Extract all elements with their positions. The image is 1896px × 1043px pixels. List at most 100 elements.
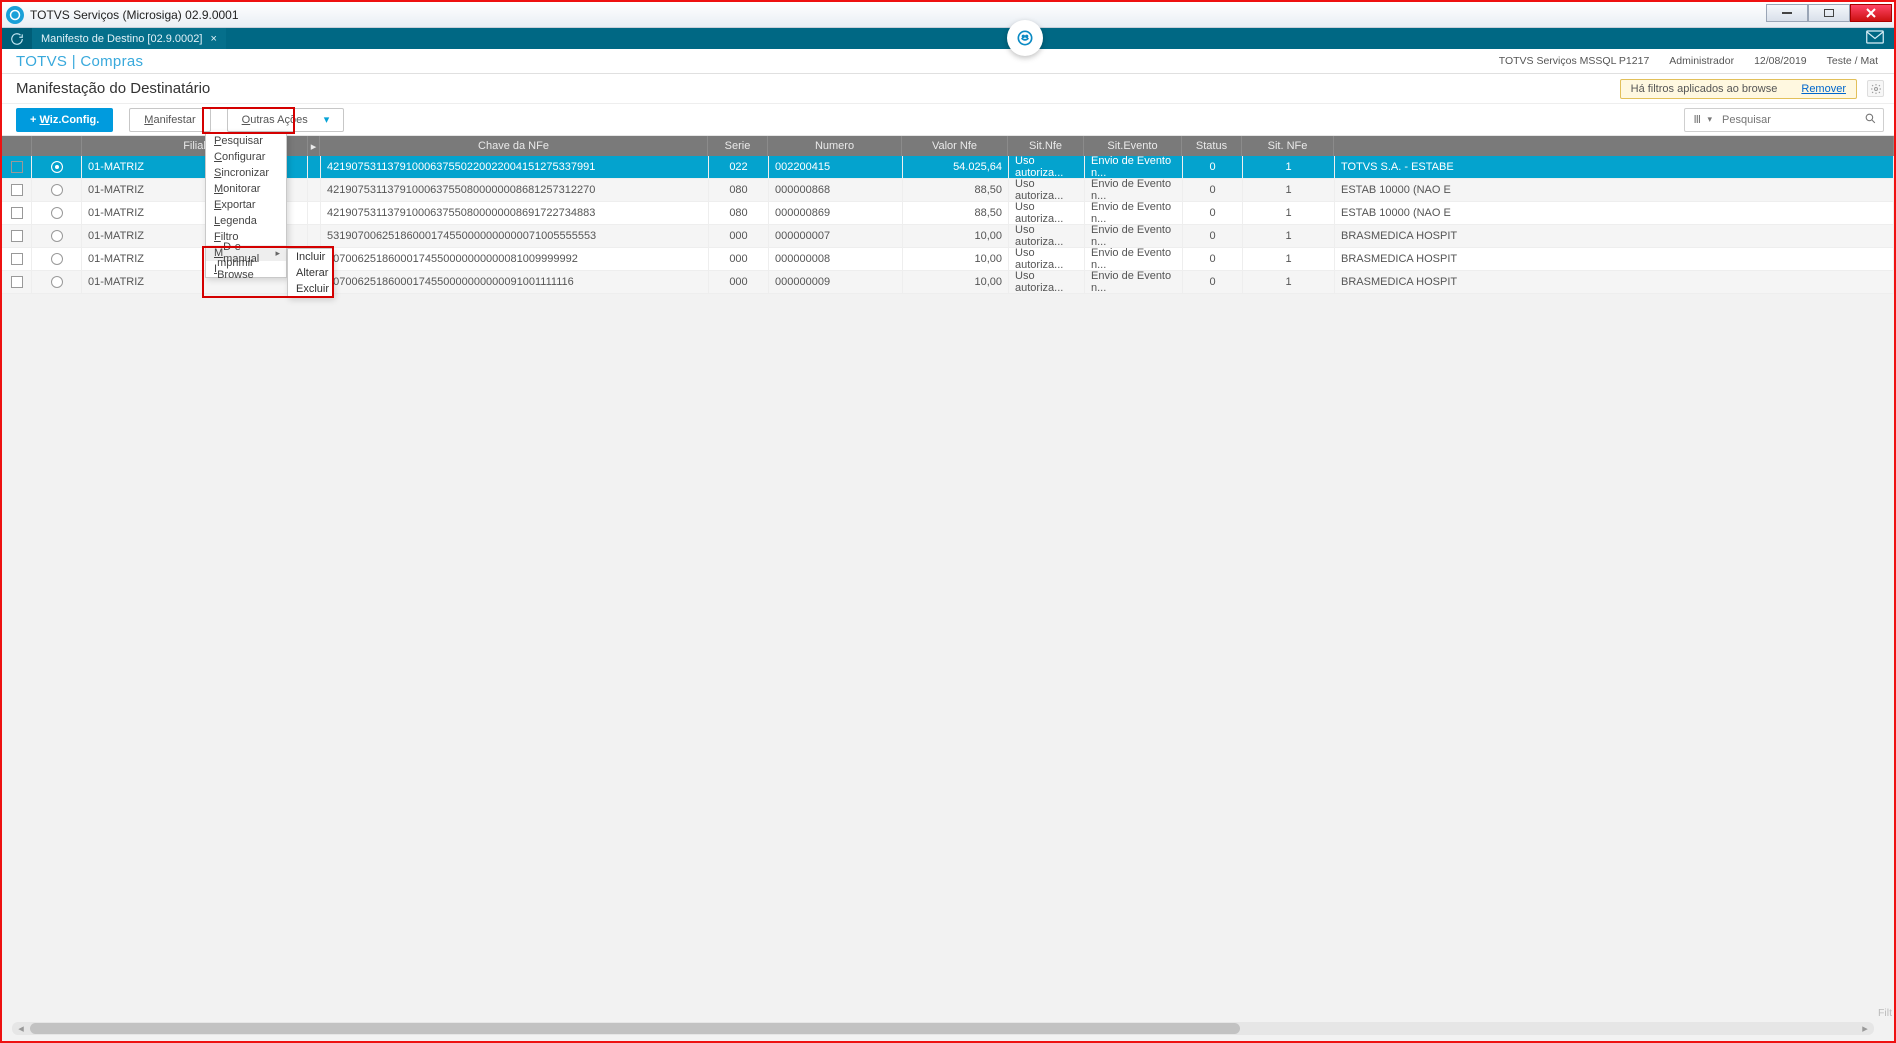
meta-user: Administrador	[1669, 55, 1734, 67]
menu-item[interactable]: Legenda	[206, 213, 286, 229]
row-radio[interactable]	[32, 179, 82, 202]
col-numero[interactable]: Numero	[768, 136, 902, 156]
col-valor[interactable]: Valor Nfe	[902, 136, 1008, 156]
cell-expand[interactable]	[308, 156, 321, 179]
col-desc[interactable]	[1334, 136, 1894, 156]
cell-serie: 000	[709, 225, 769, 248]
cell-expand[interactable]	[308, 202, 321, 225]
open-tab[interactable]: Manifesto de Destino [02.9.0002] ×	[32, 28, 226, 49]
window-title: TOTVS Serviços (Microsiga) 02.9.0001	[30, 8, 239, 22]
submenu-item[interactable]: Incluir	[288, 249, 332, 265]
cell-valor: 88,50	[903, 179, 1009, 202]
cell-status: 0	[1183, 225, 1243, 248]
menu-item[interactable]: Exportar	[206, 197, 286, 213]
meta-date: 12/08/2019	[1754, 55, 1807, 67]
outras-acoes-button[interactable]: Outras Ações ▾	[227, 108, 345, 132]
row-radio[interactable]	[32, 248, 82, 271]
cell-numero: 000000868	[769, 179, 903, 202]
minimize-button[interactable]	[1766, 4, 1808, 22]
cell-sitev: Envio de Evento n...	[1085, 156, 1183, 179]
cell-sitev: Envio de Evento n...	[1085, 271, 1183, 294]
scroll-right-icon[interactable]: ▸	[1858, 1022, 1872, 1035]
outras-acoes-menu: PesquisarConfigurarSincronizarMonitorarE…	[205, 132, 287, 278]
col-expand[interactable]: ▸	[308, 136, 320, 156]
cell-sit2: 1	[1243, 271, 1335, 294]
maximize-button[interactable]	[1808, 4, 1850, 22]
row-radio[interactable]	[32, 202, 82, 225]
wiz-config-button[interactable]: + Wiz.Config.	[16, 108, 113, 132]
search-icon[interactable]	[1864, 112, 1877, 128]
col-sit2[interactable]: Sit. NFe	[1242, 136, 1334, 156]
cell-numero: 000000009	[769, 271, 903, 294]
columns-icon[interactable]: Ⅲ	[1691, 113, 1704, 126]
search-input[interactable]	[1716, 114, 1864, 126]
cell-desc: BRASMEDICA HOSPIT	[1335, 225, 1894, 248]
outras-label: Outras Ações	[242, 114, 308, 126]
row-checkbox[interactable]	[2, 248, 32, 271]
menu-item[interactable]: Pesquisar	[206, 133, 286, 149]
cell-sitnfe: Uso autoriza...	[1009, 179, 1085, 202]
col-serie[interactable]: Serie	[708, 136, 768, 156]
col-sitev[interactable]: Sit.Evento	[1084, 136, 1182, 156]
manifestar-label: Manifestar	[144, 114, 195, 126]
row-checkbox[interactable]	[2, 225, 32, 248]
close-button[interactable]	[1850, 4, 1892, 22]
cell-sit2: 1	[1243, 202, 1335, 225]
manifestar-button[interactable]: Manifestar	[129, 108, 210, 132]
window-buttons	[1766, 4, 1892, 22]
menu-item[interactable]: Imprimir Browse	[206, 261, 286, 277]
menu-item[interactable]: Monitorar	[206, 181, 286, 197]
row-checkbox[interactable]	[2, 156, 32, 179]
search-box[interactable]: Ⅲ ▾	[1684, 108, 1884, 132]
tab-label: Manifesto de Destino [02.9.0002]	[41, 33, 202, 45]
horizontal-scrollbar[interactable]: ◂ ▸	[12, 1022, 1874, 1035]
filter-remove-link[interactable]: Remover	[1801, 83, 1846, 95]
routine-title: Manifestação do Destinatário	[16, 80, 210, 97]
cell-sit2: 1	[1243, 225, 1335, 248]
gear-icon[interactable]	[1867, 80, 1884, 97]
cell-serie: 080	[709, 179, 769, 202]
cell-expand[interactable]	[308, 179, 321, 202]
chevron-down-icon[interactable]: ▾	[1704, 114, 1717, 125]
col-sitnfe[interactable]: Sit.Nfe	[1008, 136, 1084, 156]
cell-sitnfe: Uso autoriza...	[1009, 202, 1085, 225]
scrollbar-thumb[interactable]	[30, 1023, 1240, 1034]
cell-valor: 54.025,64	[903, 156, 1009, 179]
cell-numero: 000000008	[769, 248, 903, 271]
menu-item[interactable]: Configurar	[206, 149, 286, 165]
app-header: Manifesto de Destino [02.9.0002] ×	[2, 28, 1894, 49]
routine-row: Manifestação do Destinatário Há filtros …	[2, 74, 1894, 104]
cell-chave: 5319070062518600017455000000000007100555…	[321, 225, 709, 248]
row-radio[interactable]	[32, 225, 82, 248]
close-icon[interactable]: ×	[210, 33, 216, 45]
col-chave[interactable]: Chave da NFe	[320, 136, 708, 156]
submenu-item[interactable]: Alterar	[288, 265, 332, 281]
submenu-item[interactable]: Excluir	[288, 281, 332, 297]
cell-serie: 022	[709, 156, 769, 179]
row-checkbox[interactable]	[2, 202, 32, 225]
cell-chave: 9070062518600017455000000000009100111111…	[321, 271, 709, 294]
cell-expand[interactable]	[308, 225, 321, 248]
module-bar: TOTVS | Compras TOTVS Serviços MSSQL P12…	[2, 49, 1894, 74]
window-titlebar: TOTVS Serviços (Microsiga) 02.9.0001	[2, 2, 1894, 28]
cell-chave: 4219075311379100063755080000000868125731…	[321, 179, 709, 202]
filter-text: Há filtros aplicados ao browse	[1631, 83, 1778, 95]
menu-item[interactable]: Sincronizar	[206, 165, 286, 181]
refresh-icon[interactable]	[2, 28, 32, 49]
wiz-config-label: + Wiz.Config.	[30, 114, 99, 126]
meta-env: Teste / Mat	[1827, 55, 1878, 67]
row-checkbox[interactable]	[2, 271, 32, 294]
cell-numero: 000000869	[769, 202, 903, 225]
mail-icon[interactable]	[1866, 30, 1884, 47]
cell-valor: 88,50	[903, 202, 1009, 225]
cell-serie: 080	[709, 202, 769, 225]
cell-desc: TOTVS S.A. - ESTABE	[1335, 156, 1894, 179]
col-status[interactable]: Status	[1182, 136, 1242, 156]
cell-sit2: 1	[1243, 156, 1335, 179]
top-badge-icon[interactable]	[1007, 20, 1043, 56]
row-radio[interactable]	[32, 156, 82, 179]
scroll-left-icon[interactable]: ◂	[14, 1022, 28, 1035]
row-checkbox[interactable]	[2, 179, 32, 202]
cell-numero: 002200415	[769, 156, 903, 179]
row-radio[interactable]	[32, 271, 82, 294]
